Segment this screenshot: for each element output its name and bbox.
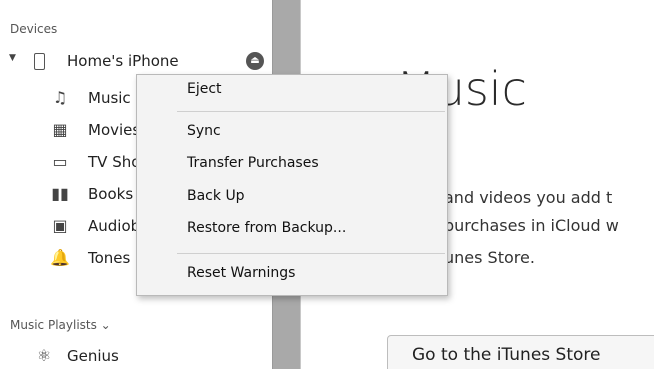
- sidebar-item-label: Tones: [88, 249, 131, 267]
- music-playlists-header[interactable]: Music Playlists ⌄: [10, 318, 111, 332]
- menu-item-transfer-purchases[interactable]: Transfer Purchases: [187, 155, 319, 171]
- iphone-icon: [34, 53, 45, 70]
- devices-header: Devices: [10, 22, 58, 36]
- sidebar-item-label: Movies: [88, 121, 141, 139]
- description-line-1: and videos you add t: [444, 188, 613, 207]
- go-to-itunes-store-button[interactable]: Go to the iTunes Store: [387, 335, 654, 369]
- film-icon: ▦: [52, 120, 68, 139]
- device-name: Home's iPhone: [67, 52, 179, 70]
- device-context-menu: Eject Sync Transfer Purchases Back Up Re…: [136, 74, 448, 296]
- book-icon: ▮▮: [51, 184, 69, 203]
- eject-icon[interactable]: ⏏: [246, 52, 264, 70]
- tv-icon: ▭: [52, 152, 68, 171]
- bell-icon: 🔔: [50, 248, 70, 267]
- menu-item-sync[interactable]: Sync: [187, 123, 221, 139]
- menu-item-reset-warnings[interactable]: Reset Warnings: [187, 265, 295, 281]
- sidebar-item-genius[interactable]: ⚛ Genius: [0, 344, 272, 370]
- menu-item-eject[interactable]: Eject: [187, 81, 222, 97]
- music-note-icon: ♫: [52, 88, 68, 107]
- sidebar-item-label: Books: [88, 185, 134, 203]
- device-row-iphone[interactable]: ▼ Home's iPhone ⏏: [0, 50, 272, 74]
- menu-separator: [177, 111, 445, 112]
- sidebar-item-label: Genius: [67, 347, 119, 365]
- disclosure-triangle-icon[interactable]: ▼: [9, 53, 16, 63]
- genius-atom-icon: ⚛: [36, 346, 52, 365]
- menu-item-restore-from-backup[interactable]: Restore from Backup...: [187, 220, 346, 236]
- menu-separator: [177, 253, 445, 254]
- audiobook-icon: ▣: [52, 216, 68, 235]
- sidebar-item-label: Music: [88, 89, 131, 107]
- description-line-2: purchases in iCloud w: [444, 216, 619, 235]
- menu-item-back-up[interactable]: Back Up: [187, 188, 245, 204]
- description-line-3: unes Store.: [444, 248, 535, 267]
